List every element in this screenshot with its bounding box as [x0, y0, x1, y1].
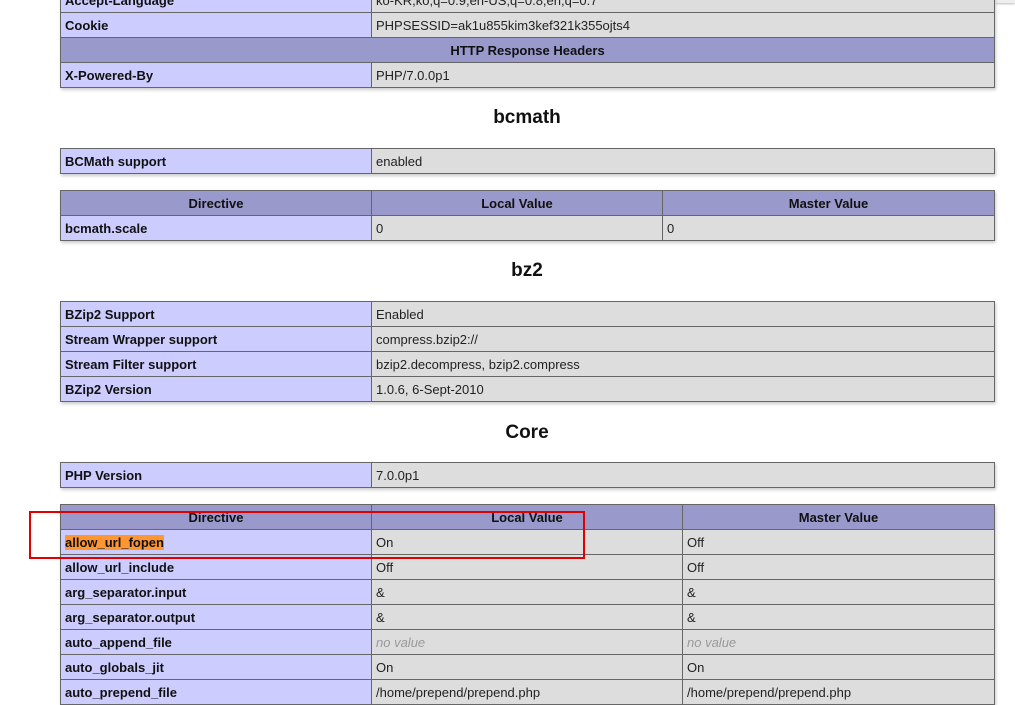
local-value: 0 — [371, 215, 663, 241]
column-header-local: Local Value — [371, 190, 663, 216]
core-directive-table: Directive Local Value Master Value allow… — [60, 504, 995, 705]
table-row: auto_prepend_file /home/prepend/prepend.… — [60, 679, 995, 705]
table-row: Stream Filter support bzip2.decompress, … — [60, 351, 995, 377]
headers-table: Accept-Language ko-KR,ko;q=0.9,en-US;q=0… — [60, 0, 995, 88]
table-row: Accept-Language ko-KR,ko;q=0.9,en-US;q=0… — [60, 0, 995, 13]
column-header-local: Local Value — [371, 504, 683, 530]
info-value: 7.0.0p1 — [371, 462, 995, 488]
header-name: Cookie — [60, 12, 372, 38]
header-name: Accept-Language — [60, 0, 372, 13]
info-name: BZip2 Version — [60, 376, 372, 402]
directive-name: auto_prepend_file — [60, 679, 372, 705]
table-row: allow_url_fopen On Off — [60, 529, 995, 555]
no-value-text: no value — [376, 634, 426, 650]
info-value: enabled — [371, 148, 995, 174]
column-header-directive: Directive — [60, 190, 372, 216]
header-value: ko-KR,ko;q=0.9,en-US;q=0.8,en;q=0.7 — [371, 0, 995, 13]
master-value: Off — [682, 529, 995, 555]
table-row: BZip2 Version 1.0.6, 6-Sept-2010 — [60, 376, 995, 402]
header-value: PHPSESSID=ak1u855kim3kef321k355ojts4 — [371, 12, 995, 38]
info-name: PHP Version — [60, 462, 372, 488]
table-row: bcmath.scale 0 0 — [60, 215, 995, 241]
table-row: auto_globals_jit On On — [60, 654, 995, 680]
table-row: BCMath support enabled — [60, 148, 995, 174]
table-row: auto_append_file no value no value — [60, 629, 995, 655]
local-value: /home/prepend/prepend.php — [371, 679, 683, 705]
table-row: arg_separator.input & & — [60, 579, 995, 605]
bcmath-directive-table: Directive Local Value Master Value bcmat… — [60, 190, 995, 241]
info-name: BCMath support — [60, 148, 372, 174]
table-header-row: Directive Local Value Master Value — [60, 504, 995, 530]
directive-name: arg_separator.input — [60, 579, 372, 605]
info-value: bzip2.decompress, bzip2.compress — [371, 351, 995, 377]
response-headers-heading: HTTP Response Headers — [60, 37, 995, 63]
table-row: arg_separator.output & & — [60, 604, 995, 630]
search-highlight: allow_url_fopen — [65, 534, 164, 550]
table-row: Cookie PHPSESSID=ak1u855kim3kef321k355oj… — [60, 12, 995, 38]
bz2-info-table: BZip2 Support Enabled Stream Wrapper sup… — [60, 301, 995, 402]
table-row: allow_url_include Off Off — [60, 554, 995, 580]
directive-name: bcmath.scale — [60, 215, 372, 241]
master-value: 0 — [662, 215, 995, 241]
directive-name: arg_separator.output — [60, 604, 372, 630]
header-name: X-Powered-By — [60, 62, 372, 88]
module-title-bz2[interactable]: bz2 — [60, 259, 994, 283]
master-value: /home/prepend/prepend.php — [682, 679, 995, 705]
master-value: no value — [682, 629, 995, 655]
column-header-directive: Directive — [60, 504, 372, 530]
table-row: BZip2 Support Enabled — [60, 301, 995, 327]
directive-name: allow_url_fopen — [60, 529, 372, 555]
table-row: X-Powered-By PHP/7.0.0p1 — [60, 62, 995, 88]
info-value: compress.bzip2:// — [371, 326, 995, 352]
module-title-bcmath[interactable]: bcmath — [60, 106, 994, 130]
column-header-master: Master Value — [682, 504, 995, 530]
directive-name: auto_globals_jit — [60, 654, 372, 680]
bcmath-info-table: BCMath support enabled — [60, 148, 995, 174]
info-value: 1.0.6, 6-Sept-2010 — [371, 376, 995, 402]
table-header-row: Directive Local Value Master Value — [60, 190, 995, 216]
master-value: On — [682, 654, 995, 680]
local-value: On — [371, 654, 683, 680]
table-row: PHP Version 7.0.0p1 — [60, 462, 995, 488]
local-value: no value — [371, 629, 683, 655]
local-value: Off — [371, 554, 683, 580]
master-value: Off — [682, 554, 995, 580]
module-title-core[interactable]: Core — [60, 421, 994, 445]
master-value: & — [682, 579, 995, 605]
info-name: BZip2 Support — [60, 301, 372, 327]
table-row: Stream Wrapper support compress.bzip2:// — [60, 326, 995, 352]
table-row: HTTP Response Headers — [60, 37, 995, 63]
header-value: PHP/7.0.0p1 — [371, 62, 995, 88]
directive-name: auto_append_file — [60, 629, 372, 655]
directive-name: allow_url_include — [60, 554, 372, 580]
master-value: & — [682, 604, 995, 630]
info-name: Stream Filter support — [60, 351, 372, 377]
no-value-text: no value — [687, 634, 737, 650]
local-value: On — [371, 529, 683, 555]
info-name: Stream Wrapper support — [60, 326, 372, 352]
info-value: Enabled — [371, 301, 995, 327]
local-value: & — [371, 579, 683, 605]
column-header-master: Master Value — [662, 190, 995, 216]
core-info-table: PHP Version 7.0.0p1 — [60, 462, 995, 488]
local-value: & — [371, 604, 683, 630]
